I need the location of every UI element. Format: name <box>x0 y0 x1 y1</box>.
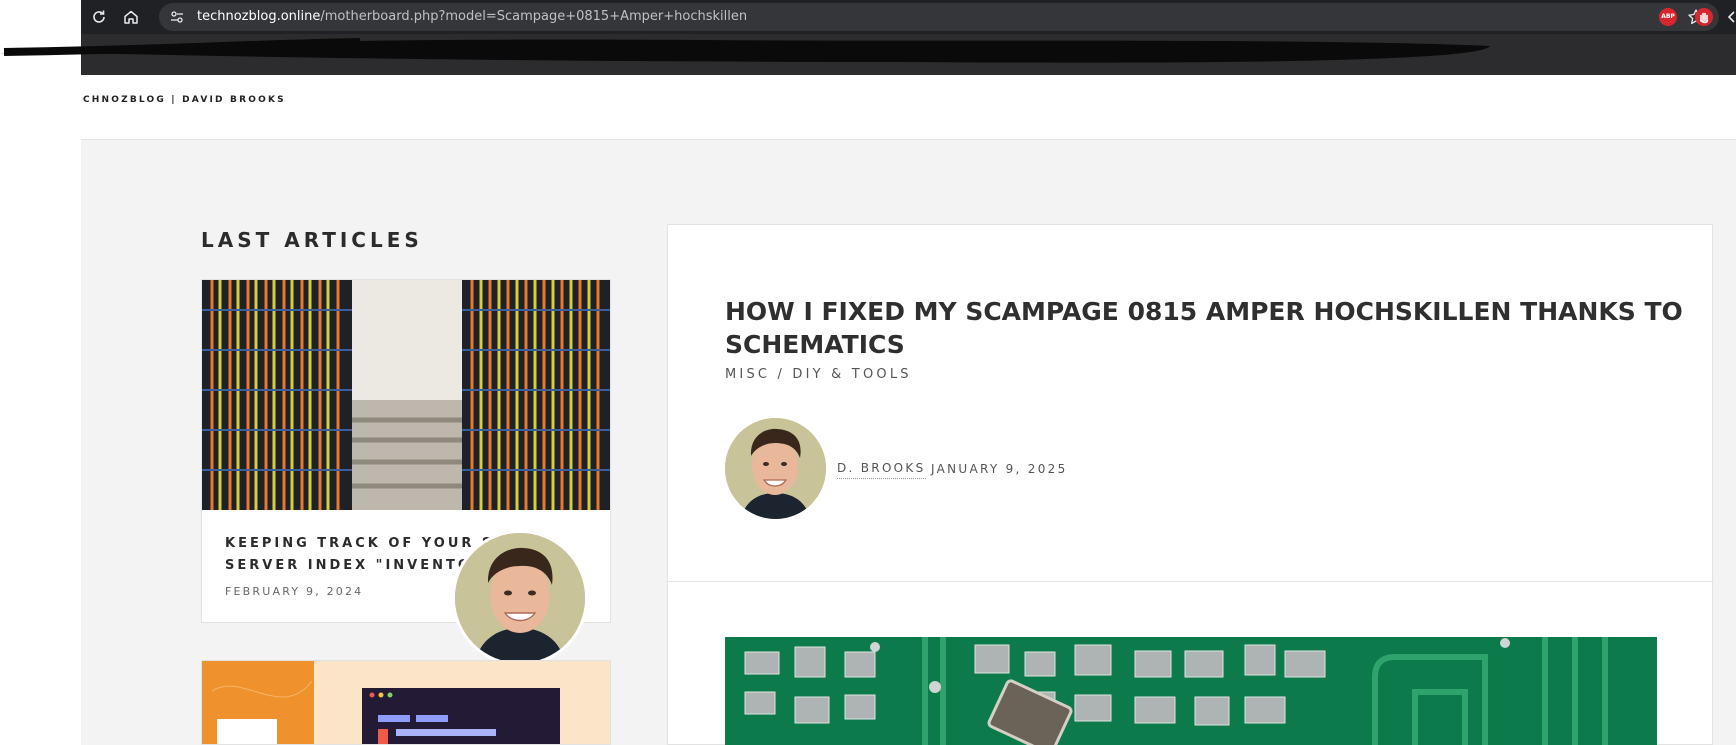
home-icon[interactable] <box>121 7 141 27</box>
url-text[interactable]: technozblog.online/motherboard.php?model… <box>197 9 747 25</box>
site-brand[interactable]: CHNOZBLOG | DAVID BROOKS <box>83 95 286 105</box>
pcb-hero-image <box>725 637 1657 745</box>
url-host: technozblog.online <box>197 9 321 24</box>
author-link[interactable]: D. BROOKS <box>837 461 926 479</box>
author-avatar <box>725 418 826 519</box>
stop-hand-extension-icon[interactable] <box>1694 7 1714 27</box>
site-settings-icon[interactable] <box>169 9 185 25</box>
post-date: JANUARY 9, 2025 <box>931 462 1068 476</box>
main-article-panel: HOW I FIXED MY SCAMPAGE 0815 AMPER HOCHS… <box>667 224 1714 745</box>
article-title: HOW I FIXED MY SCAMPAGE 0815 AMPER HOCHS… <box>725 297 1683 359</box>
address-bar[interactable]: technozblog.online/motherboard.php?model… <box>159 3 1719 31</box>
redaction-scribble <box>0 38 1490 63</box>
article-card-2[interactable] <box>201 660 611 745</box>
card-date: FEBRUARY 9, 2024 <box>225 585 364 598</box>
divider <box>668 581 1714 582</box>
site-header: CHNOZBLOG | DAVID BROOKS <box>81 75 1736 140</box>
server-room-image[interactable] <box>202 280 610 510</box>
adblock-plus-icon[interactable]: ABP <box>1659 8 1677 26</box>
sidebar-heading: LAST ARTICLES <box>201 228 423 252</box>
url-path: /motherboard.php?model=Scampage+0815+Amp… <box>320 9 748 24</box>
article-category[interactable]: MISC / DIY & TOOLS <box>725 367 912 382</box>
author-avatar-floating <box>452 530 588 666</box>
more-extensions-icon[interactable] <box>1726 9 1736 25</box>
reload-icon[interactable] <box>89 7 109 27</box>
